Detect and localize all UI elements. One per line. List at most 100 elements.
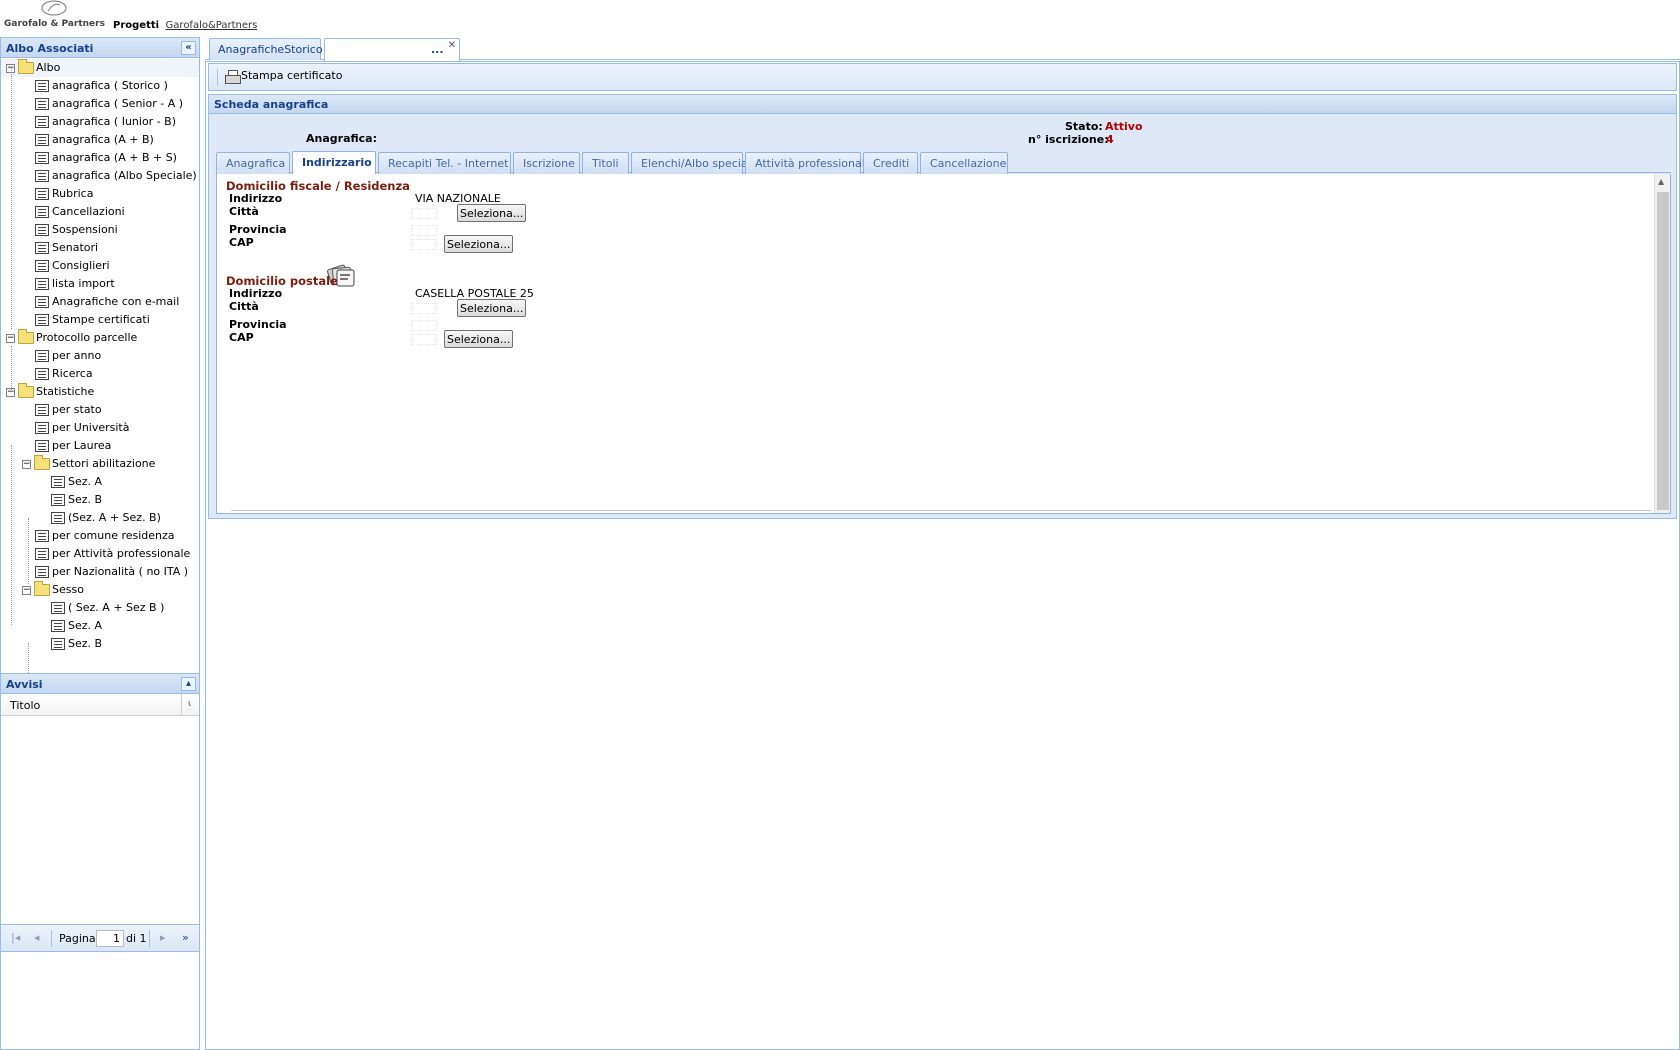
double-chevron-left-icon[interactable]: « [181, 41, 196, 55]
document-list-icon [35, 134, 49, 146]
first-page-icon[interactable]: |◂ [11, 931, 20, 944]
tree-leaf-node[interactable]: Stampe certificati [1, 311, 199, 329]
tree-leaf-node[interactable]: per Attività professionale [1, 545, 199, 563]
citta-field[interactable] [411, 208, 437, 219]
tree-leaf-node[interactable]: Senatori [1, 239, 199, 257]
citta-label: Città [229, 300, 259, 313]
document-list-icon [35, 548, 49, 560]
scheda-anagrafica-body: Anagrafica: Stato: Attivo n° iscrizione:… [208, 114, 1677, 519]
tree-leaf-node[interactable]: Anagrafiche con e-mail [1, 293, 199, 311]
scroll-up-icon[interactable]: ▲ [1658, 177, 1664, 186]
citta-field[interactable] [411, 303, 437, 314]
seleziona-cap-button[interactable]: Seleziona... [444, 235, 514, 253]
tree-leaf-node[interactable]: per Laurea [1, 437, 199, 455]
tree-leaf-node[interactable]: (Sez. A + Sez. B) [1, 509, 199, 527]
tab-recapiti-tel-internet[interactable]: Recapiti Tel. - Internet [378, 152, 511, 174]
stato-value: Attivo [1105, 120, 1143, 133]
column-menu-icon[interactable]: ι [181, 694, 197, 715]
logo-text: Garofalo & Partners [4, 19, 105, 29]
tree-leaf-node[interactable]: Ricerca [1, 365, 199, 383]
tree-folder-node[interactable]: − Statistiche [1, 383, 199, 401]
tree-node-label: per Università [52, 421, 130, 434]
close-icon[interactable]: ✕ [448, 40, 456, 51]
last-page-icon[interactable]: » [182, 931, 189, 944]
cap-label: CAP [229, 236, 254, 249]
tree-leaf-node[interactable]: anagrafica ( Iunior - B) [1, 113, 199, 131]
tree-leaf-node[interactable]: per Nazionalità ( no ITA ) [1, 563, 199, 581]
tab-current[interactable]: ... ✕ [324, 38, 460, 61]
pager-separator [149, 930, 150, 947]
stato-label: Stato: [1065, 120, 1103, 133]
tree-node-label: Senatori [52, 241, 99, 254]
tree-node-label: Rubrica [52, 187, 94, 200]
avvisi-title: Avvisi [6, 678, 43, 691]
tree-leaf-node[interactable]: anagrafica (A + B + S) [1, 149, 199, 167]
tab-cancellazione[interactable]: Cancellazione [920, 152, 1008, 174]
tree-node-label: Cancellazioni [52, 205, 125, 218]
document-list-icon [35, 260, 49, 272]
tree-leaf-node[interactable]: per comune residenza [1, 527, 199, 545]
cap-field[interactable] [411, 334, 437, 345]
tree-node-label: (Sez. A + Sez. B) [68, 511, 161, 524]
document-list-icon [51, 620, 65, 632]
seleziona-citta-button[interactable]: Seleziona... [457, 299, 527, 317]
tree-leaf-node[interactable]: anagrafica ( Senior - A ) [1, 95, 199, 113]
tree-folder-node[interactable]: − Settori abilitazione [1, 455, 199, 473]
tree-leaf-node[interactable]: per anno [1, 347, 199, 365]
tree-leaf-node[interactable]: Sez. A [1, 473, 199, 491]
collapse-toggle-icon[interactable]: − [22, 586, 31, 595]
tree-leaf-node[interactable]: anagrafica (Albo Speciale) [1, 167, 199, 185]
tree-leaf-node[interactable]: anagrafica ( Storico ) [1, 77, 199, 95]
tree-leaf-node[interactable]: anagrafica (A + B) [1, 131, 199, 149]
tab-titoli[interactable]: Titoli [582, 152, 629, 174]
tree-leaf-node[interactable]: Sez. B [1, 635, 199, 653]
tab-anagrafiche-storico[interactable]: AnagraficheStorico [209, 38, 323, 60]
tab-attivit-professionali[interactable]: Attività professionali [745, 152, 868, 174]
tree-node-label: Sospensioni [52, 223, 118, 236]
tab-elenchi-albo-speciali[interactable]: Elenchi/Albo speciali [631, 152, 754, 174]
provincia-field[interactable] [411, 225, 437, 236]
content-frame: Stampa certificato Scheda anagrafica Ana… [205, 61, 1680, 1050]
tree-folder-node[interactable]: − Albo [1, 59, 199, 77]
tab-anagrafica[interactable]: Anagrafica [216, 152, 290, 174]
collapse-toggle-icon[interactable]: − [6, 334, 15, 343]
tree-guide-line [11, 346, 12, 392]
next-page-icon[interactable]: ▸ [160, 931, 166, 944]
tree-leaf-node[interactable]: Sez. B [1, 491, 199, 509]
tree-folder-node[interactable]: − Sesso [1, 581, 199, 599]
section-title-postale: Domicilio postale [226, 274, 338, 288]
tree-leaf-node[interactable]: Consiglieri [1, 257, 199, 275]
tab-label: Titoli [592, 157, 619, 170]
tab-indirizzario[interactable]: Indirizzario [292, 151, 376, 174]
tree-leaf-node[interactable]: Sospensioni [1, 221, 199, 239]
tree-leaf-node[interactable]: Cancellazioni [1, 203, 199, 221]
tab-crediti[interactable]: Crediti [863, 152, 918, 174]
prev-page-icon[interactable]: ◂ [34, 931, 40, 944]
cap-field[interactable] [411, 239, 437, 250]
page-number-input[interactable] [96, 930, 124, 947]
app-header: Garofalo & Partners Progetti Garofalo&Pa… [0, 0, 1680, 34]
provincia-field[interactable] [411, 320, 437, 331]
collapse-up-icon[interactable]: ▴ [181, 677, 196, 691]
tab-iscrizione[interactable]: Iscrizione [513, 152, 580, 174]
document-list-icon [35, 170, 49, 182]
tree-node-label: Albo [36, 61, 61, 74]
tree-folder-node[interactable]: − Protocollo parcelle [1, 329, 199, 347]
tree-leaf-node[interactable]: per Università [1, 419, 199, 437]
collapse-toggle-icon[interactable]: − [22, 460, 31, 469]
tree-node-label: per Nazionalità ( no ITA ) [52, 565, 189, 578]
column-titolo[interactable]: Titolo [10, 699, 40, 712]
avvisi-grid-body [1, 716, 199, 924]
header-title-link[interactable]: Garofalo&Partners [166, 20, 258, 31]
seleziona-cap-button[interactable]: Seleziona... [444, 330, 514, 348]
stampa-certificato-button[interactable]: Stampa certificato [225, 69, 342, 87]
tree-leaf-node[interactable]: lista import [1, 275, 199, 293]
folder-icon [18, 329, 34, 344]
tree-leaf-node[interactable]: Sez. A [1, 617, 199, 635]
vertical-scrollbar[interactable]: ▲ [1654, 174, 1670, 513]
tree-leaf-node[interactable]: ( Sez. A + Sez B ) [1, 599, 199, 617]
tree-leaf-node[interactable]: Rubrica [1, 185, 199, 203]
scrollbar-thumb[interactable] [1657, 192, 1669, 510]
seleziona-citta-button[interactable]: Seleziona... [457, 204, 527, 222]
tree-leaf-node[interactable]: per stato [1, 401, 199, 419]
